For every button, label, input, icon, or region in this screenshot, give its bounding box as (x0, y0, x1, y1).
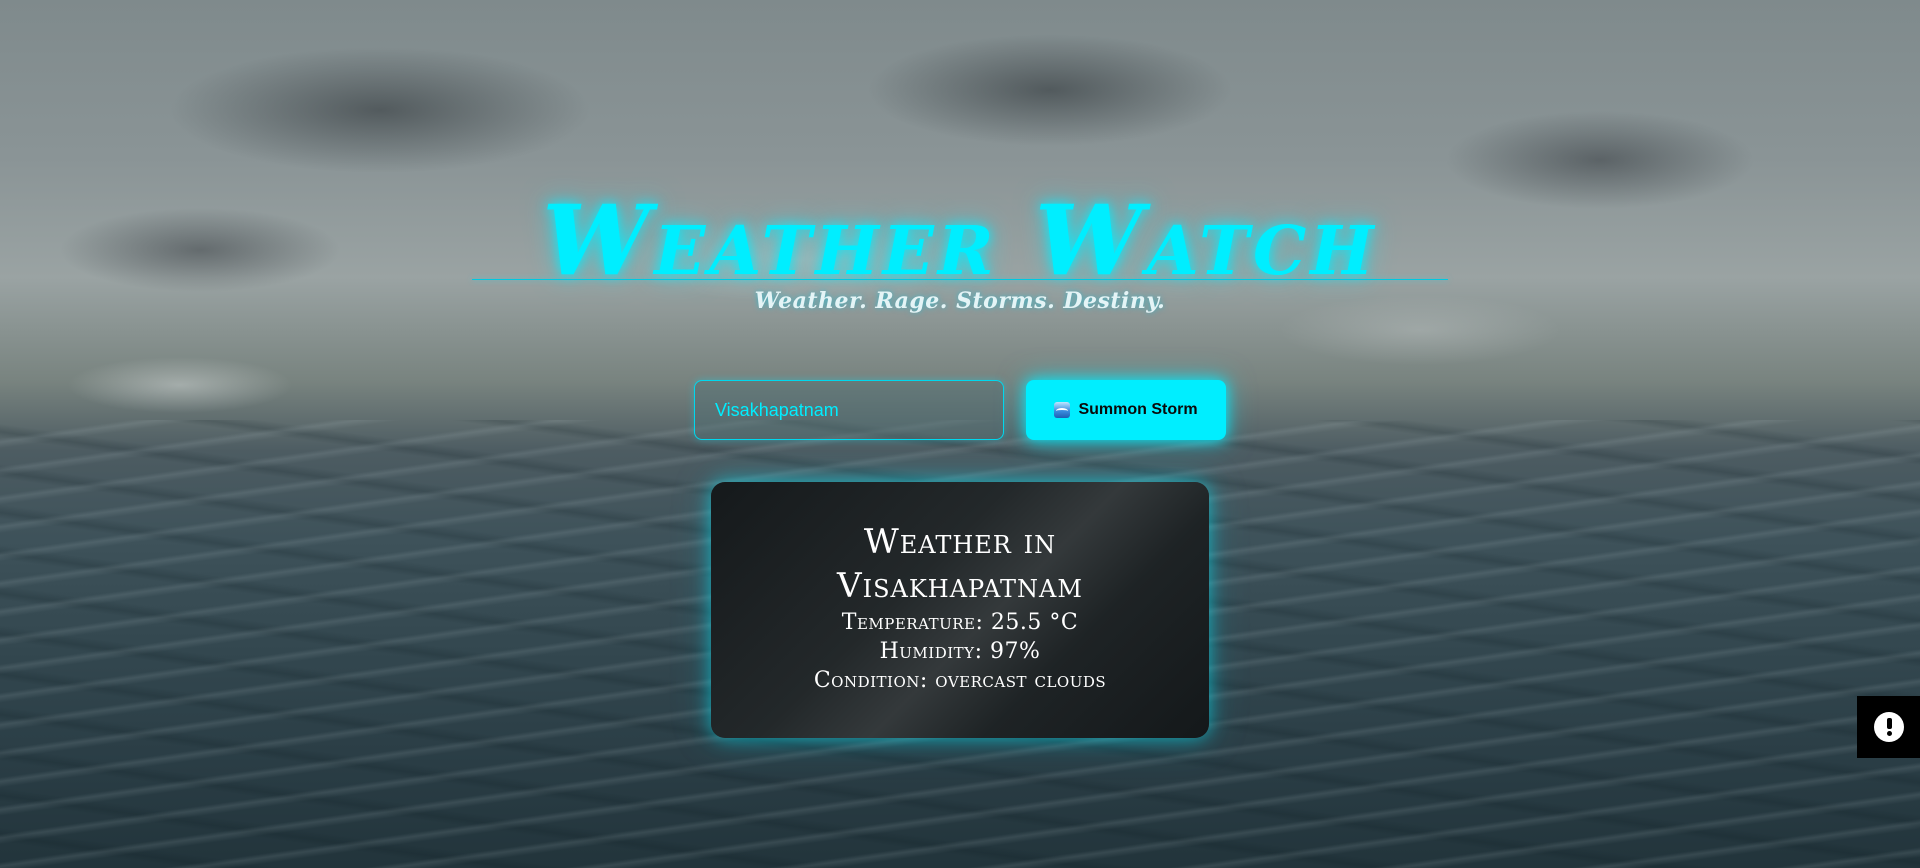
chat-alert-icon (1873, 712, 1904, 742)
title-divider (472, 279, 1448, 280)
summon-storm-label: Summon Storm (1078, 401, 1198, 418)
weather-result-card: Weather in Visakhapatnam Temperature: 25… (711, 482, 1209, 738)
temperature-text: Temperature: 25.5 °C (841, 610, 1079, 635)
condition-text: Condition: overcast clouds (813, 668, 1107, 693)
weather-card-title: Weather in Visakhapatnam (837, 522, 1083, 606)
city-search-input[interactable] (694, 380, 1004, 440)
water-wave-icon (1054, 402, 1071, 418)
tagline: Weather. Rage. Storms. Destiny. (754, 288, 1166, 314)
summon-storm-button[interactable]: Summon Storm (1026, 380, 1226, 440)
chat-widget-button[interactable] (1857, 696, 1920, 758)
humidity-text: Humidity: 97% (879, 639, 1041, 664)
